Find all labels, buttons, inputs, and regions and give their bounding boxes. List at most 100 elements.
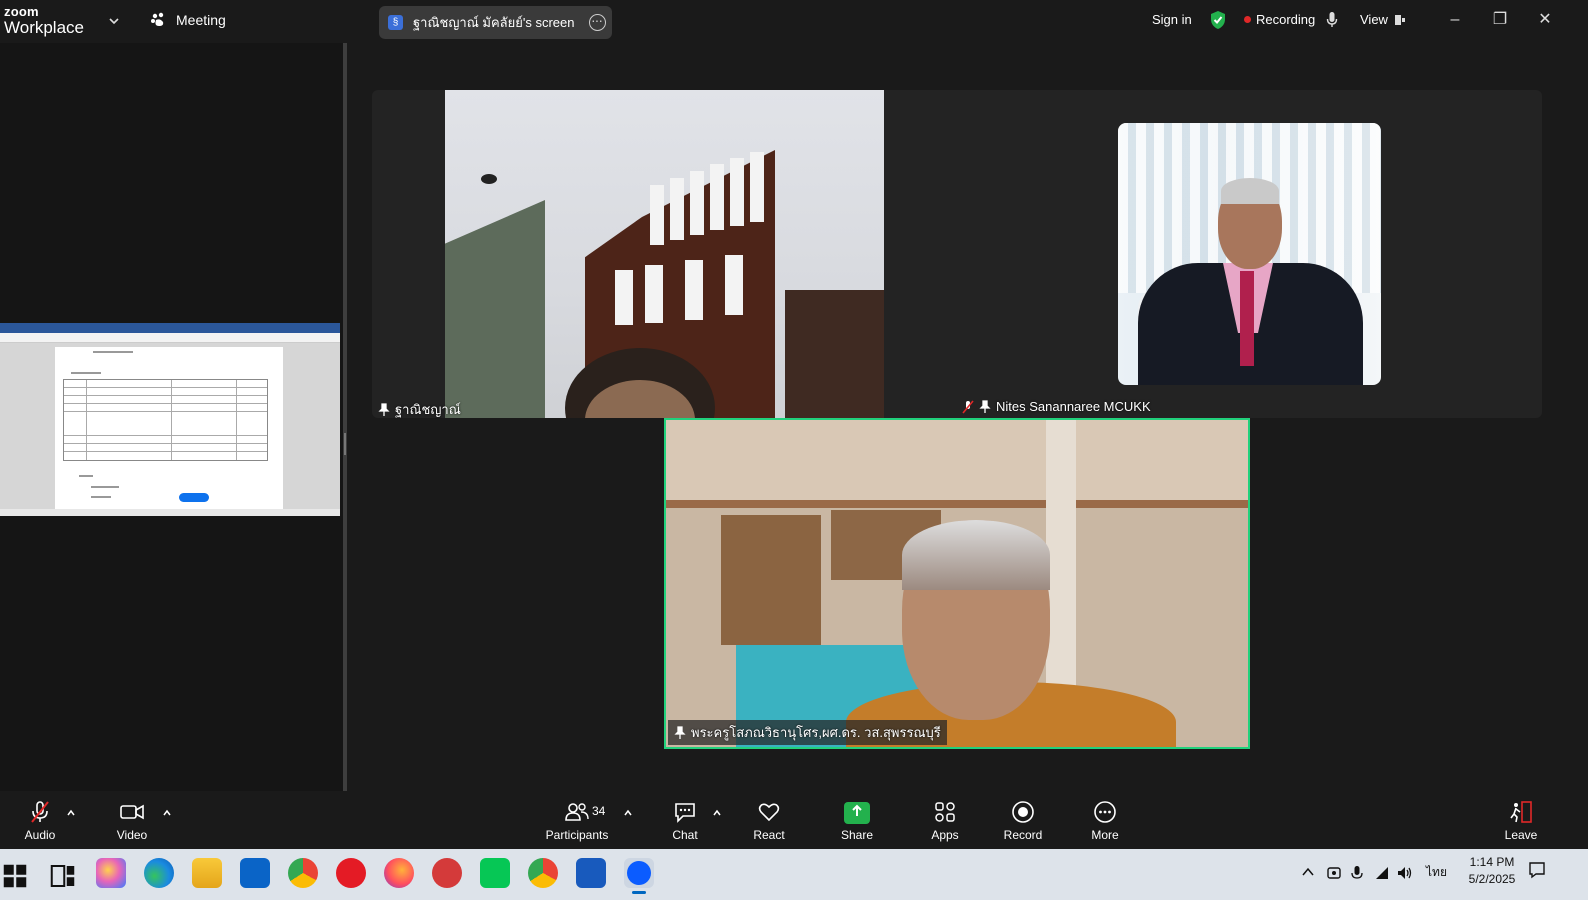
zoom-taskbar-icon[interactable] (624, 858, 654, 894)
system-clock[interactable]: 1:14 PM 5/2/2025 (1459, 854, 1525, 888)
tile-1-name-label: ฐาณิชญาณ์ (378, 399, 461, 420)
video-camera-icon (120, 804, 144, 820)
word-icon[interactable] (576, 858, 606, 888)
muted-mic-icon (31, 801, 49, 823)
edge-icon[interactable] (144, 858, 174, 888)
microphone-tray-icon[interactable] (1350, 865, 1364, 881)
doc-table (63, 379, 268, 461)
tile-2-name-label: Nites Sanannaree MCUKK (962, 399, 1151, 414)
leave-label: Leave (1504, 828, 1538, 842)
stop-sharing-button (179, 493, 209, 502)
record-label: Record (1003, 828, 1043, 842)
video-tile-active-speaker[interactable]: พระครูโสภณวิธานุโศร,ผศ.ดร. วส.สุพรรณบุรี (664, 418, 1250, 749)
more-label: More (1091, 828, 1119, 842)
react-label: React (753, 828, 785, 842)
video-label: Video (116, 828, 148, 842)
chat-label: Chat (672, 828, 698, 842)
participants-caret-icon[interactable] (623, 808, 633, 818)
ceiling (666, 420, 1248, 500)
doc-text-line (91, 486, 119, 488)
more-options-icon[interactable] (589, 12, 606, 31)
apps-grid-icon (935, 802, 955, 822)
close-button[interactable]: ✕ (1535, 10, 1555, 30)
video-tile-1[interactable] (445, 90, 884, 418)
video-tile-2[interactable] (1118, 123, 1381, 385)
wifi-icon[interactable] (1374, 865, 1390, 881)
line-icon[interactable] (480, 858, 510, 888)
meeting-paw-icon (151, 12, 164, 26)
word-menu-ribbon (0, 333, 340, 343)
chrome-profile-icon[interactable] (528, 858, 558, 888)
audio-options-caret-icon[interactable] (66, 808, 76, 818)
zoom-workplace-logo: zoom Workplace (4, 5, 84, 36)
doc-text-line (79, 475, 93, 477)
show-hidden-icons-icon[interactable] (1301, 865, 1315, 879)
splitter-grip[interactable] (344, 433, 346, 455)
sign-in-button[interactable]: Sign in (1152, 12, 1192, 27)
react-button[interactable]: React (748, 791, 790, 849)
brand-big: Workplace (4, 18, 84, 37)
shared-taskbar (0, 509, 340, 516)
pin-icon[interactable] (378, 402, 390, 417)
video-options-caret-icon[interactable] (162, 808, 172, 818)
share-button[interactable]: Share (836, 791, 878, 849)
chrome-icon[interactable] (288, 858, 318, 888)
notifications-icon[interactable] (1528, 861, 1546, 879)
recording-label: Recording (1256, 12, 1316, 27)
red-app-icon[interactable] (432, 858, 462, 888)
file-explorer-icon[interactable] (192, 858, 222, 888)
video-button[interactable]: Video (110, 791, 154, 849)
outlook-icon[interactable] (240, 858, 270, 888)
recording-indicator[interactable]: Recording (1244, 12, 1315, 27)
screen-share-indicator[interactable]: § ฐาณิชญาณ์ มัคลัยย์'s screen (379, 6, 612, 39)
share-screen-icon (844, 802, 870, 824)
chevron-down-icon[interactable] (107, 14, 121, 28)
chat-bubble-icon (675, 803, 695, 823)
shared-screen-thumbnail[interactable] (0, 323, 340, 516)
opera-icon[interactable] (336, 858, 366, 888)
ceiling-light (481, 174, 497, 184)
view-button[interactable]: View (1360, 12, 1406, 27)
minimize-button[interactable]: – (1445, 10, 1465, 30)
audio-button[interactable]: Audio (18, 791, 62, 849)
meeting-controls: Audio Video Participants 34 Chat React S… (0, 791, 1588, 849)
document-page (55, 347, 283, 512)
input-language[interactable]: ไทย (1426, 863, 1447, 882)
camera-tray-icon[interactable] (1326, 865, 1342, 881)
doc-text-line (71, 372, 101, 374)
participant-name: ฐาณิชญาณ์ (395, 402, 461, 417)
wall-trim (666, 500, 1248, 508)
apps-button[interactable]: Apps (924, 791, 966, 849)
windows-start-icon[interactable] (0, 861, 30, 891)
word-title-ribbon (0, 323, 340, 333)
apps-label: Apps (931, 828, 959, 842)
panel-splitter[interactable] (343, 43, 347, 791)
restore-button[interactable]: ❐ (1490, 10, 1510, 30)
chat-button[interactable]: Chat (664, 791, 706, 849)
participants-count: 34 (592, 804, 606, 818)
doc-text-line (91, 496, 111, 498)
view-label: View (1360, 12, 1388, 27)
record-button[interactable]: Record (1000, 791, 1046, 849)
copilot-icon[interactable] (96, 858, 126, 888)
brand-small: zoom (4, 4, 39, 19)
cabinet (721, 515, 821, 645)
heart-icon (758, 803, 780, 822)
pin-icon[interactable] (674, 725, 686, 740)
volume-icon[interactable] (1396, 865, 1414, 881)
security-shield-icon[interactable] (1209, 10, 1227, 30)
participants-button[interactable]: Participants (543, 791, 611, 849)
leave-button[interactable]: Leave (1500, 791, 1542, 849)
meeting-info-button[interactable]: Meeting (150, 11, 226, 29)
firefox-icon[interactable] (384, 858, 414, 888)
chat-caret-icon[interactable] (712, 808, 722, 818)
muted-mic-icon (962, 399, 974, 414)
participant-hair (902, 520, 1050, 590)
view-layout-icon (1394, 14, 1405, 25)
microphone-icon[interactable] (1326, 11, 1338, 29)
task-view-icon[interactable] (48, 861, 78, 891)
participants-icon (565, 803, 589, 821)
pin-icon[interactable] (979, 399, 991, 414)
recording-dot-icon (1244, 16, 1251, 23)
more-button[interactable]: More (1084, 791, 1126, 849)
